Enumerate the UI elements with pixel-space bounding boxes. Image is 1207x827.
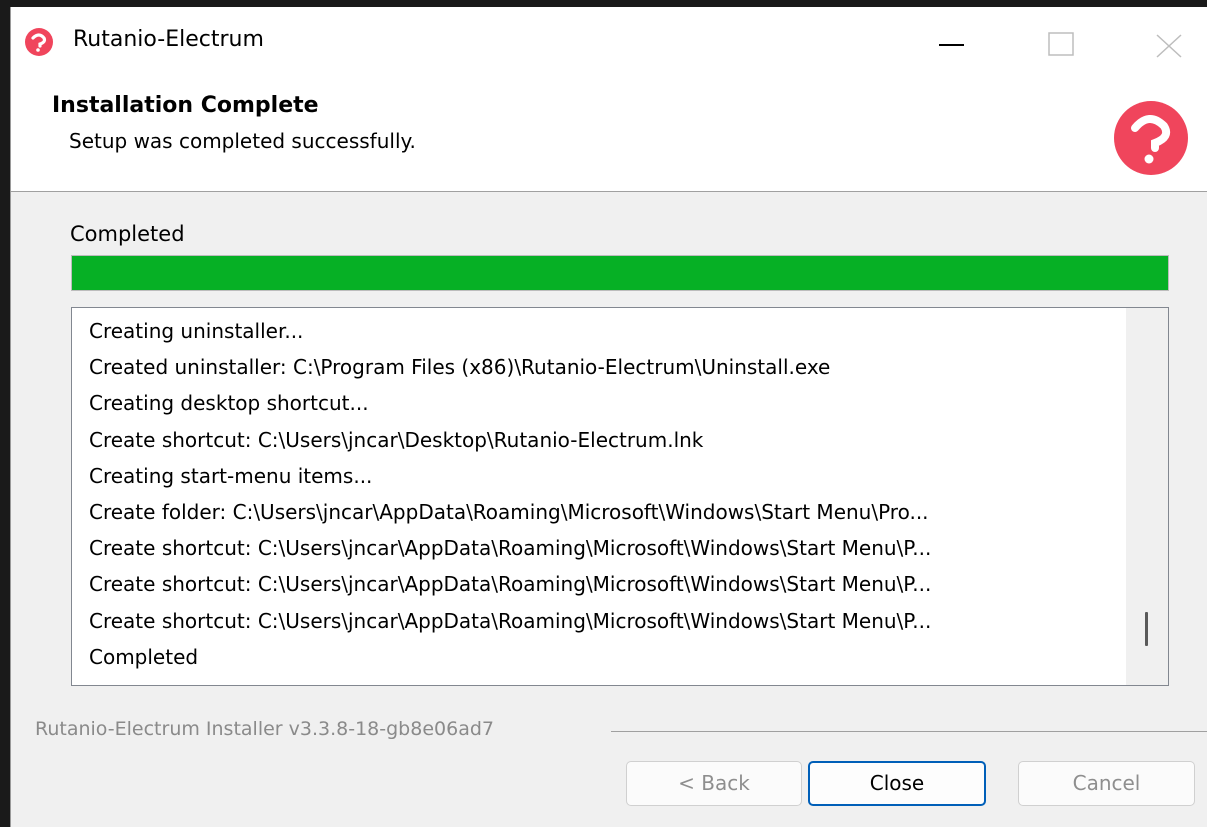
- cancel-button[interactable]: Cancel: [1018, 761, 1195, 806]
- branding-divider: [611, 731, 1207, 732]
- log-line: Completed: [89, 644, 199, 669]
- minimize-icon[interactable]: [918, 15, 978, 65]
- progress-bar: [71, 255, 1169, 291]
- window-title: Rutanio-Electrum: [73, 27, 264, 52]
- log-line: Creating uninstaller...: [89, 319, 304, 343]
- title-bar: Rutanio-Electrum: [11, 7, 1207, 73]
- log-line: Create folder: C:\Users\jncar\AppData\Ro…: [89, 500, 929, 525]
- installer-window: Rutanio-Electrum Installation Complete S…: [10, 7, 1207, 827]
- progress-fill: [72, 256, 1168, 290]
- installer-branding: Rutanio-Electrum Installer v3.3.8-18-gb8…: [35, 718, 494, 740]
- back-button[interactable]: < Back: [626, 761, 802, 806]
- log-line: Creating start-menu items...: [89, 463, 373, 488]
- log-list: Creating uninstaller... Created uninstall…: [89, 313, 1120, 675]
- rutanio-logo-icon: [1114, 101, 1188, 175]
- app-icon: [25, 28, 53, 56]
- status-label: Completed: [70, 222, 185, 246]
- log-line: Create shortcut: C:\Users\jncar\Desktop\…: [89, 427, 704, 452]
- page-subtitle: Setup was completed successfully.: [69, 129, 416, 153]
- scroll-thumb[interactable]: [1145, 612, 1148, 646]
- log-line: Create shortcut: C:\Users\jncar\AppData\…: [89, 608, 932, 633]
- maximize-icon[interactable]: [1031, 15, 1091, 65]
- log-line: Creating desktop shortcut...: [89, 391, 369, 416]
- close-icon[interactable]: [1139, 15, 1199, 65]
- log-scrollbar[interactable]: [1126, 308, 1168, 685]
- log-line: Create shortcut: C:\Users\jncar\AppData\…: [89, 572, 932, 597]
- page-title: Installation Complete: [52, 93, 319, 118]
- close-button[interactable]: Close: [808, 761, 986, 806]
- page-header: Installation Complete Setup was complete…: [11, 73, 1207, 192]
- install-log[interactable]: Creating uninstaller... Created uninstall…: [71, 307, 1169, 686]
- log-line: Created uninstaller: C:\Program Files (x…: [89, 355, 831, 380]
- log-line: Create shortcut: C:\Users\jncar\AppData\…: [89, 536, 932, 561]
